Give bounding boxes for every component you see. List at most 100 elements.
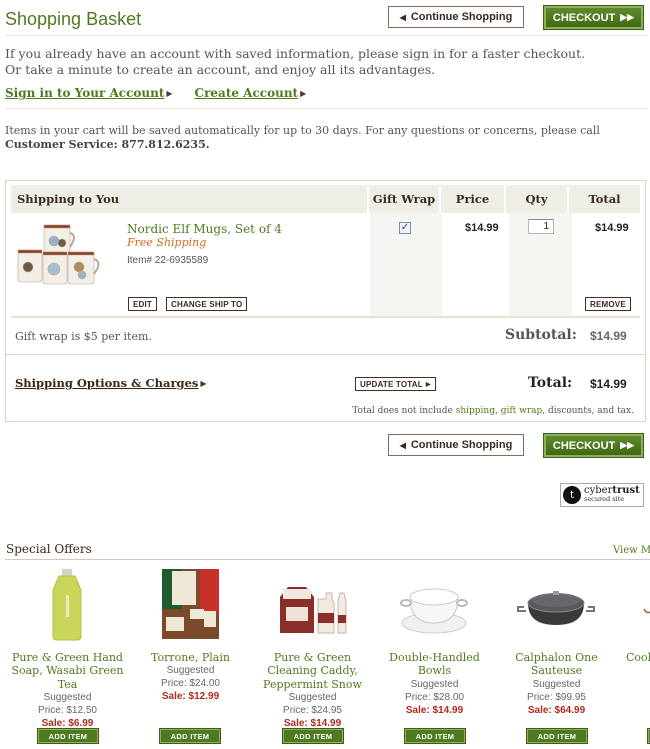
intro-line-1: If you already have an account with save… (5, 46, 586, 61)
product-image-mugs[interactable] (14, 221, 104, 289)
account-links: Sign in to Your Account ▶ Create Account ▶ (5, 86, 306, 100)
add-item-button[interactable]: ADD ITEM (526, 728, 588, 744)
product-image-bowls[interactable] (372, 567, 497, 641)
item-number: Item# 22-6935589 (127, 255, 209, 266)
add-item-label: ADD ITEM (170, 731, 210, 741)
add-item-button[interactable]: ADD ITEM (282, 728, 344, 744)
badge-secured-site: secured site (584, 495, 625, 503)
total-note-gift-wrap-link[interactable]: gift wrap (501, 406, 543, 416)
col-gift-wrap: Gift Wrap (369, 185, 441, 213)
total-value: $14.99 (590, 377, 627, 391)
offer-price: Price: $12.50 (38, 704, 97, 716)
product-image-cleaning-caddy[interactable] (250, 567, 375, 641)
total-note-pre: Total does not include (352, 406, 453, 416)
product-image-partial[interactable] (626, 567, 650, 641)
view-more-link[interactable]: View More (613, 545, 650, 556)
total-note-shipping-link[interactable]: shipping (456, 406, 495, 416)
offer-name[interactable]: Double-Handled Bowls (372, 651, 497, 678)
checkout-button-bottom[interactable]: CHECKOUT ▶▶ (543, 433, 644, 458)
row-divider (11, 316, 640, 318)
offer-sale-price: Sale: $6.99 (41, 717, 94, 729)
arrow-right-icon: ▶ (166, 88, 173, 98)
special-offers-title: Special Offers (6, 542, 92, 556)
total-note-post: , discounts, and tax. (542, 406, 634, 416)
continue-shopping-label: Continue Shopping (410, 439, 513, 451)
divider (5, 108, 646, 109)
product-name[interactable]: Nordic Elf Mugs, Set of 4 (127, 222, 282, 236)
gift-wrap-note: Gift wrap is $5 per item. (15, 330, 152, 343)
offer-item: Calphalon One Sauteuse Suggested Price: … (494, 567, 619, 717)
chevron-left-icon: ◀ (399, 440, 406, 450)
sign-in-link[interactable]: Sign in to Your Account (5, 86, 164, 100)
add-item-label: ADD ITEM (48, 731, 88, 741)
offer-suggested: Suggested (43, 691, 92, 703)
offer-name[interactable]: Pure & Green Hand Soap, Wasabi Green Tea (5, 651, 130, 691)
offer-item-partial: Cook (626, 567, 650, 664)
item-price: $14.99 (465, 222, 499, 234)
shipping-options-link[interactable]: Shipping Options & Charges ▶ (15, 376, 207, 390)
add-item-button[interactable]: ADD ITEM (404, 728, 466, 744)
continue-shopping-label: Continue Shopping (410, 11, 513, 23)
cybertrust-logo-icon: t (563, 486, 581, 504)
col-shipping-to-you: Shipping to You (11, 185, 369, 213)
item-total: $14.99 (595, 222, 629, 234)
offer-sale-price: Sale: $12.99 (161, 691, 220, 703)
offer-price: Price: $99.95 (527, 691, 586, 703)
create-account-link[interactable]: Create Account (195, 86, 299, 100)
offer-price: Price: $24.00 (161, 678, 220, 690)
subtotal-label: Subtotal: (505, 327, 577, 343)
col-total: Total (588, 192, 621, 206)
divider (5, 559, 650, 560)
product-image-hand-soap[interactable] (5, 567, 130, 641)
intro-line-2: Or take a minute to create an account, a… (5, 62, 436, 77)
update-total-label: UPDATE TOTAL (360, 379, 423, 389)
offer-name[interactable]: Torrone, Plain (128, 651, 253, 664)
offer-suggested: Suggested (166, 665, 215, 677)
change-ship-to-label: CHANGE SHIP TO (171, 299, 243, 309)
change-ship-to-button[interactable]: CHANGE SHIP TO (164, 296, 249, 312)
edit-button[interactable]: EDIT (126, 296, 159, 312)
offer-name[interactable]: Calphalon One Sauteuse (494, 651, 619, 678)
offer-item: Pure & Green Hand Soap, Wasabi Green Tea… (5, 567, 130, 730)
gift-wrap-checkbox[interactable]: ✓ (399, 222, 411, 234)
arrow-right-icon: ▶ (300, 88, 307, 98)
checkout-label: CHECKOUT (552, 439, 616, 452)
add-item-label: ADD ITEM (293, 731, 333, 741)
row-divider (6, 354, 645, 355)
add-item-button[interactable]: ADD ITEM (37, 728, 99, 744)
offer-sale-price: Sale: $14.99 (405, 704, 464, 716)
add-item-label: ADD ITEM (537, 731, 577, 741)
update-total-button[interactable]: UPDATE TOTAL ▶ (354, 376, 437, 392)
edit-label: EDIT (133, 299, 153, 309)
quantity-input[interactable] (528, 219, 554, 234)
arrow-right-icon: ▶ (200, 378, 207, 388)
product-image-torrone[interactable] (128, 567, 253, 641)
continue-shopping-button-bottom[interactable]: ◀ Continue Shopping (388, 434, 524, 456)
free-shipping-label: Free Shipping (127, 236, 207, 249)
double-chevron-right-icon: ▶▶ (620, 12, 635, 22)
offer-name[interactable]: Pure & Green Cleaning Caddy, Peppermint … (250, 651, 375, 691)
offer-name[interactable]: Cook (626, 651, 650, 664)
add-item-button[interactable]: ADD ITEM (159, 728, 221, 744)
customer-service-phone: Customer Service: 877.812.6235. (5, 138, 210, 151)
cart-notice: Items in your cart will be saved automat… (5, 124, 600, 152)
notice-text: Items in your cart will be saved automat… (5, 124, 600, 137)
offer-item: Pure & Green Cleaning Caddy, Peppermint … (250, 567, 375, 730)
checkout-button-top[interactable]: CHECKOUT ▶▶ (543, 5, 644, 30)
product-image-sauteuse[interactable] (494, 567, 619, 641)
remove-button[interactable]: REMOVE (584, 296, 632, 312)
remove-label: REMOVE (590, 299, 626, 309)
offer-suggested: Suggested (532, 678, 581, 690)
cybertrust-text: cybertrust secured site (584, 486, 640, 504)
offer-suggested: Suggested (288, 691, 337, 703)
shipping-options-label: Shipping Options & Charges (15, 376, 199, 390)
offer-item: Torrone, Plain Suggested Price: $24.00 S… (128, 567, 253, 703)
col-qty: Qty (506, 185, 569, 213)
offer-price: Price: $28.00 (405, 691, 464, 703)
divider (5, 35, 646, 36)
offer-sale-price: Sale: $14.99 (283, 717, 342, 729)
continue-shopping-button-top[interactable]: ◀ Continue Shopping (388, 6, 524, 28)
offer-price: Price: $24.95 (283, 704, 342, 716)
cart-table-header: Shipping to You Gift Wrap Price Qty Tota… (11, 185, 640, 213)
cybertrust-badge[interactable]: t cybertrust secured site (560, 483, 644, 507)
